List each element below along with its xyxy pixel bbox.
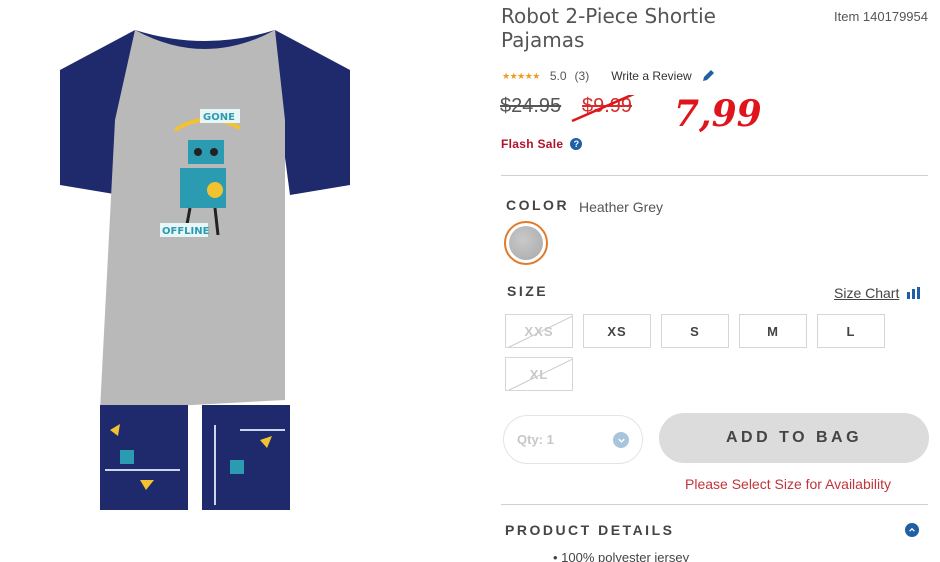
product-title: Robot 2-Piece Shortie Pajamas (501, 4, 716, 52)
handwritten-price: 7,99 (674, 93, 762, 135)
product-image: GONE OFFLINE (40, 10, 370, 520)
size-option-l[interactable]: L (817, 314, 885, 348)
chevron-up-icon[interactable] (905, 523, 919, 537)
help-icon[interactable]: ? (570, 138, 583, 150)
color-label: COLOR (506, 197, 570, 213)
flash-sale-label: Flash Sale (501, 137, 564, 151)
size-option-s[interactable]: S (661, 314, 729, 348)
bar-chart-icon (907, 287, 921, 299)
divider (501, 175, 928, 176)
quantity-label: Qty: 1 (517, 432, 554, 447)
size-option-xxs[interactable]: XXS (505, 314, 573, 348)
size-label: SIZE (507, 283, 549, 299)
color-swatch[interactable] (504, 221, 548, 265)
pencil-icon[interactable] (700, 68, 716, 84)
size-option-m[interactable]: M (739, 314, 807, 348)
color-value: Heather Grey (579, 199, 664, 215)
review-count[interactable]: (3) (575, 69, 590, 83)
item-number: Item 140179954 (834, 9, 928, 24)
star-icon: ★★★★★ (502, 70, 540, 81)
quantity-select[interactable]: Qty: 1 (503, 415, 643, 464)
size-chart-link[interactable]: Size Chart (834, 285, 921, 301)
detail-item: • 100% polyester jersey (553, 550, 689, 562)
size-option-xl[interactable]: XL (505, 357, 573, 391)
chevron-down-icon[interactable] (613, 432, 629, 448)
image-text-gone: GONE (203, 112, 235, 123)
size-warning: Please Select Size for Availability (685, 476, 891, 492)
write-review-link[interactable]: Write a Review (611, 69, 691, 83)
rating-value: 5.0 (549, 69, 567, 83)
add-to-bag-button[interactable]: ADD TO BAG (659, 413, 929, 463)
size-option-xs[interactable]: XS (583, 314, 651, 348)
detail-item-text: 100% polyester jersey (561, 550, 690, 562)
image-text-offline: OFFLINE (162, 226, 210, 237)
divider (501, 504, 928, 505)
size-chart-label[interactable]: Size Chart (834, 285, 899, 301)
rating-row: ★★★★★ 5.0 (3) Write a Review (502, 68, 716, 84)
flash-sale-row: Flash Sale ? (501, 137, 583, 151)
product-details-label[interactable]: PRODUCT DETAILS (505, 522, 674, 538)
swatch-fill (509, 226, 543, 260)
